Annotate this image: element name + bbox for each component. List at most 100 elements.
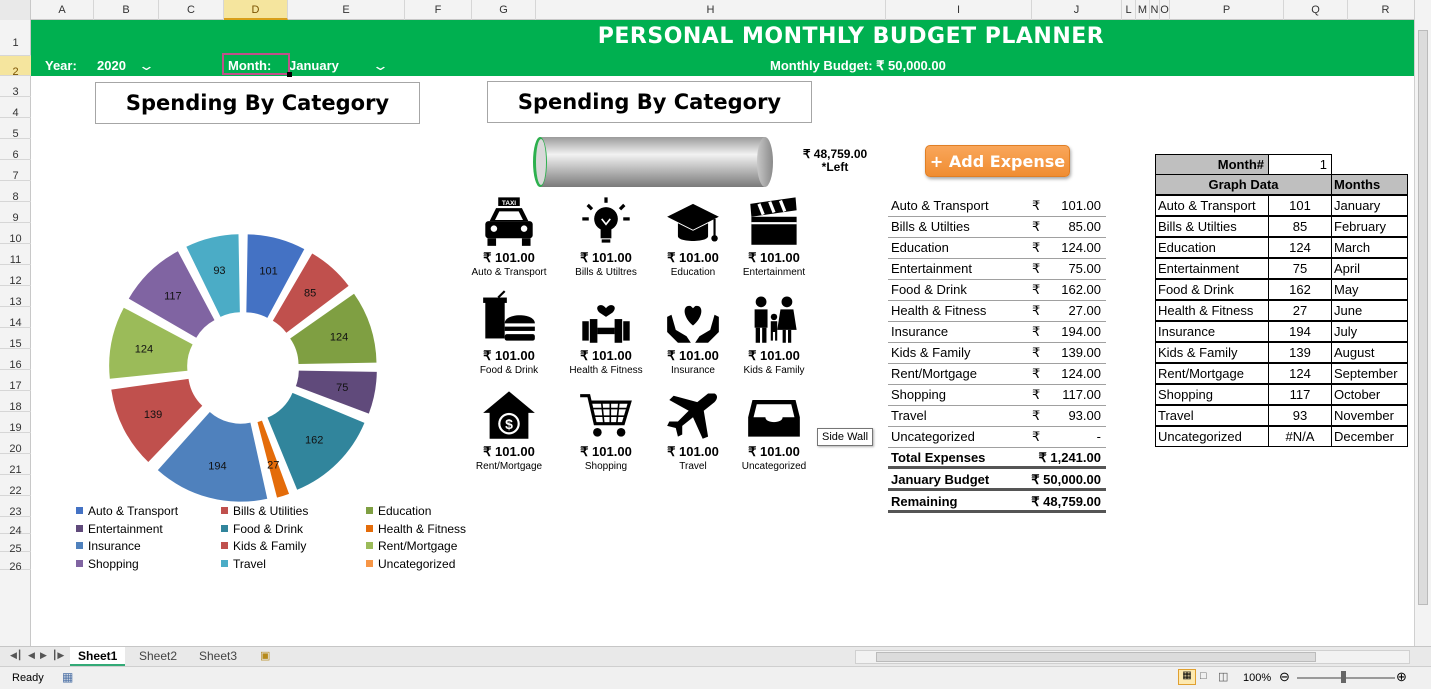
row-header-7[interactable]: 7: [0, 160, 31, 182]
spending-pie-chart[interactable]: 101 85 124 75 162 27 194 139 124 117 93: [93, 218, 393, 518]
month-number-label[interactable]: Month#: [1155, 154, 1269, 175]
column-header-d[interactable]: D: [224, 0, 288, 20]
row-header-20[interactable]: 20: [0, 433, 31, 455]
insert-sheet-icon[interactable]: ▣: [252, 647, 278, 666]
row-header-12[interactable]: 12: [0, 265, 31, 287]
graph-value-cell[interactable]: 75: [1268, 258, 1332, 279]
graph-value-cell[interactable]: #N/A: [1268, 426, 1332, 447]
months-header[interactable]: Months: [1331, 174, 1408, 195]
row-header-4[interactable]: 4: [0, 97, 31, 119]
graph-category-cell[interactable]: Bills & Utilties: [1155, 216, 1269, 237]
row-header-14[interactable]: 14: [0, 307, 31, 329]
month-value[interactable]: January: [289, 58, 339, 73]
column-header-m[interactable]: M: [1136, 0, 1150, 20]
column-header-n[interactable]: N: [1150, 0, 1160, 20]
column-header-g[interactable]: G: [472, 0, 536, 20]
graph-value-cell[interactable]: 117: [1268, 384, 1332, 405]
graph-category-cell[interactable]: Kids & Family: [1155, 342, 1269, 363]
graph-value-cell[interactable]: 27: [1268, 300, 1332, 321]
expense-row[interactable]: Travel ₹93.00: [888, 406, 1106, 427]
vertical-scroll-thumb[interactable]: [1418, 30, 1428, 605]
normal-view-icon[interactable]: ▦: [1178, 669, 1196, 685]
expense-row[interactable]: Bills & Utilties ₹85.00: [888, 217, 1106, 238]
graph-value-cell[interactable]: 162: [1268, 279, 1332, 300]
row-header-22[interactable]: 22: [0, 475, 31, 497]
column-header-j[interactable]: J: [1032, 0, 1122, 20]
add-expense-button[interactable]: + Add Expense: [925, 145, 1070, 177]
expense-row[interactable]: Education ₹124.00: [888, 238, 1106, 259]
expense-row[interactable]: Insurance ₹194.00: [888, 322, 1106, 343]
expense-row[interactable]: Uncategorized ₹ -: [888, 427, 1106, 448]
graph-month-cell[interactable]: November: [1331, 405, 1408, 426]
graph-month-cell[interactable]: February: [1331, 216, 1408, 237]
zoom-in-icon[interactable]: ⊕: [1396, 669, 1407, 685]
column-header-q[interactable]: Q: [1284, 0, 1348, 20]
column-header-r[interactable]: R: [1348, 0, 1424, 20]
row-header-11[interactable]: 11: [0, 244, 31, 266]
row-header-9[interactable]: 9: [0, 202, 31, 224]
row-header-10[interactable]: 10: [0, 223, 31, 245]
year-dropdown-chevron-icon[interactable]: ⌄: [138, 58, 155, 74]
graph-month-cell[interactable]: August: [1331, 342, 1408, 363]
column-header-f[interactable]: F: [405, 0, 472, 20]
graph-category-cell[interactable]: Health & Fitness: [1155, 300, 1269, 321]
column-header-i[interactable]: I: [886, 0, 1032, 20]
row-header-13[interactable]: 13: [0, 286, 31, 308]
graph-value-cell[interactable]: 194: [1268, 321, 1332, 342]
row-header-17[interactable]: 17: [0, 370, 31, 392]
column-header-e[interactable]: E: [288, 0, 405, 20]
budget-row[interactable]: January Budget ₹ 50,000.00: [888, 470, 1106, 491]
macro-record-icon[interactable]: ▦: [62, 670, 73, 684]
graph-month-cell[interactable]: June: [1331, 300, 1408, 321]
tab-sheet3[interactable]: Sheet3: [191, 647, 245, 666]
graph-value-cell[interactable]: 139: [1268, 342, 1332, 363]
graph-month-cell[interactable]: January: [1331, 195, 1408, 216]
row-header-25[interactable]: 25: [0, 534, 31, 555]
column-header-h[interactable]: H: [536, 0, 886, 20]
expense-row[interactable]: Kids & Family ₹139.00: [888, 343, 1106, 364]
row-header-2[interactable]: 2: [0, 56, 31, 78]
page-layout-view-icon[interactable]: □: [1200, 670, 1207, 682]
tab-sheet2[interactable]: Sheet2: [131, 647, 185, 666]
row-header-24[interactable]: 24: [0, 517, 31, 537]
expense-row[interactable]: Health & Fitness ₹27.00: [888, 301, 1106, 322]
expense-row[interactable]: Entertainment ₹75.00: [888, 259, 1106, 280]
graph-value-cell[interactable]: 101: [1268, 195, 1332, 216]
chart-title-icons[interactable]: Spending By Category: [487, 81, 812, 123]
graph-month-cell[interactable]: May: [1331, 279, 1408, 300]
row-header-18[interactable]: 18: [0, 391, 31, 413]
horizontal-scroll-thumb[interactable]: [876, 652, 1316, 662]
zoom-slider[interactable]: [1297, 677, 1395, 679]
graph-month-cell[interactable]: March: [1331, 237, 1408, 258]
graph-data-header[interactable]: Graph Data: [1155, 174, 1332, 195]
zoom-out-icon[interactable]: ⊖: [1279, 669, 1290, 685]
row-header-15[interactable]: 15: [0, 328, 31, 350]
page-break-view-icon[interactable]: ◫: [1218, 670, 1228, 683]
zoom-level[interactable]: 100%: [1243, 672, 1271, 684]
graph-value-cell[interactable]: 124: [1268, 363, 1332, 384]
graph-category-cell[interactable]: Uncategorized: [1155, 426, 1269, 447]
prev-sheet-icon[interactable]: ◀: [28, 650, 35, 661]
expense-row[interactable]: Auto & Transport ₹101.00: [888, 196, 1106, 217]
row-header-6[interactable]: 6: [0, 139, 31, 161]
graph-category-cell[interactable]: Entertainment: [1155, 258, 1269, 279]
row-header-21[interactable]: 21: [0, 454, 31, 476]
selected-cell[interactable]: [222, 53, 292, 77]
tab-sheet1[interactable]: Sheet1: [70, 647, 126, 666]
expense-row[interactable]: Shopping ₹117.00: [888, 385, 1106, 406]
column-header-l[interactable]: L: [1122, 0, 1136, 20]
first-sheet-icon[interactable]: ◀┃: [10, 650, 22, 661]
select-all-corner[interactable]: [0, 0, 31, 20]
chart-title-pie[interactable]: Spending By Category: [95, 82, 420, 124]
row-header-8[interactable]: 8: [0, 181, 31, 203]
graph-month-cell[interactable]: April: [1331, 258, 1408, 279]
expense-row[interactable]: Rent/Mortgage ₹124.00: [888, 364, 1106, 385]
horizontal-scrollbar[interactable]: [855, 650, 1410, 664]
graph-value-cell[interactable]: 85: [1268, 216, 1332, 237]
graph-value-cell[interactable]: 93: [1268, 405, 1332, 426]
graph-category-cell[interactable]: Travel: [1155, 405, 1269, 426]
graph-month-cell[interactable]: July: [1331, 321, 1408, 342]
remaining-row[interactable]: Remaining ₹ 48,759.00: [888, 492, 1106, 513]
zoom-slider-thumb[interactable]: [1341, 671, 1346, 683]
row-header-23[interactable]: 23: [0, 496, 31, 518]
